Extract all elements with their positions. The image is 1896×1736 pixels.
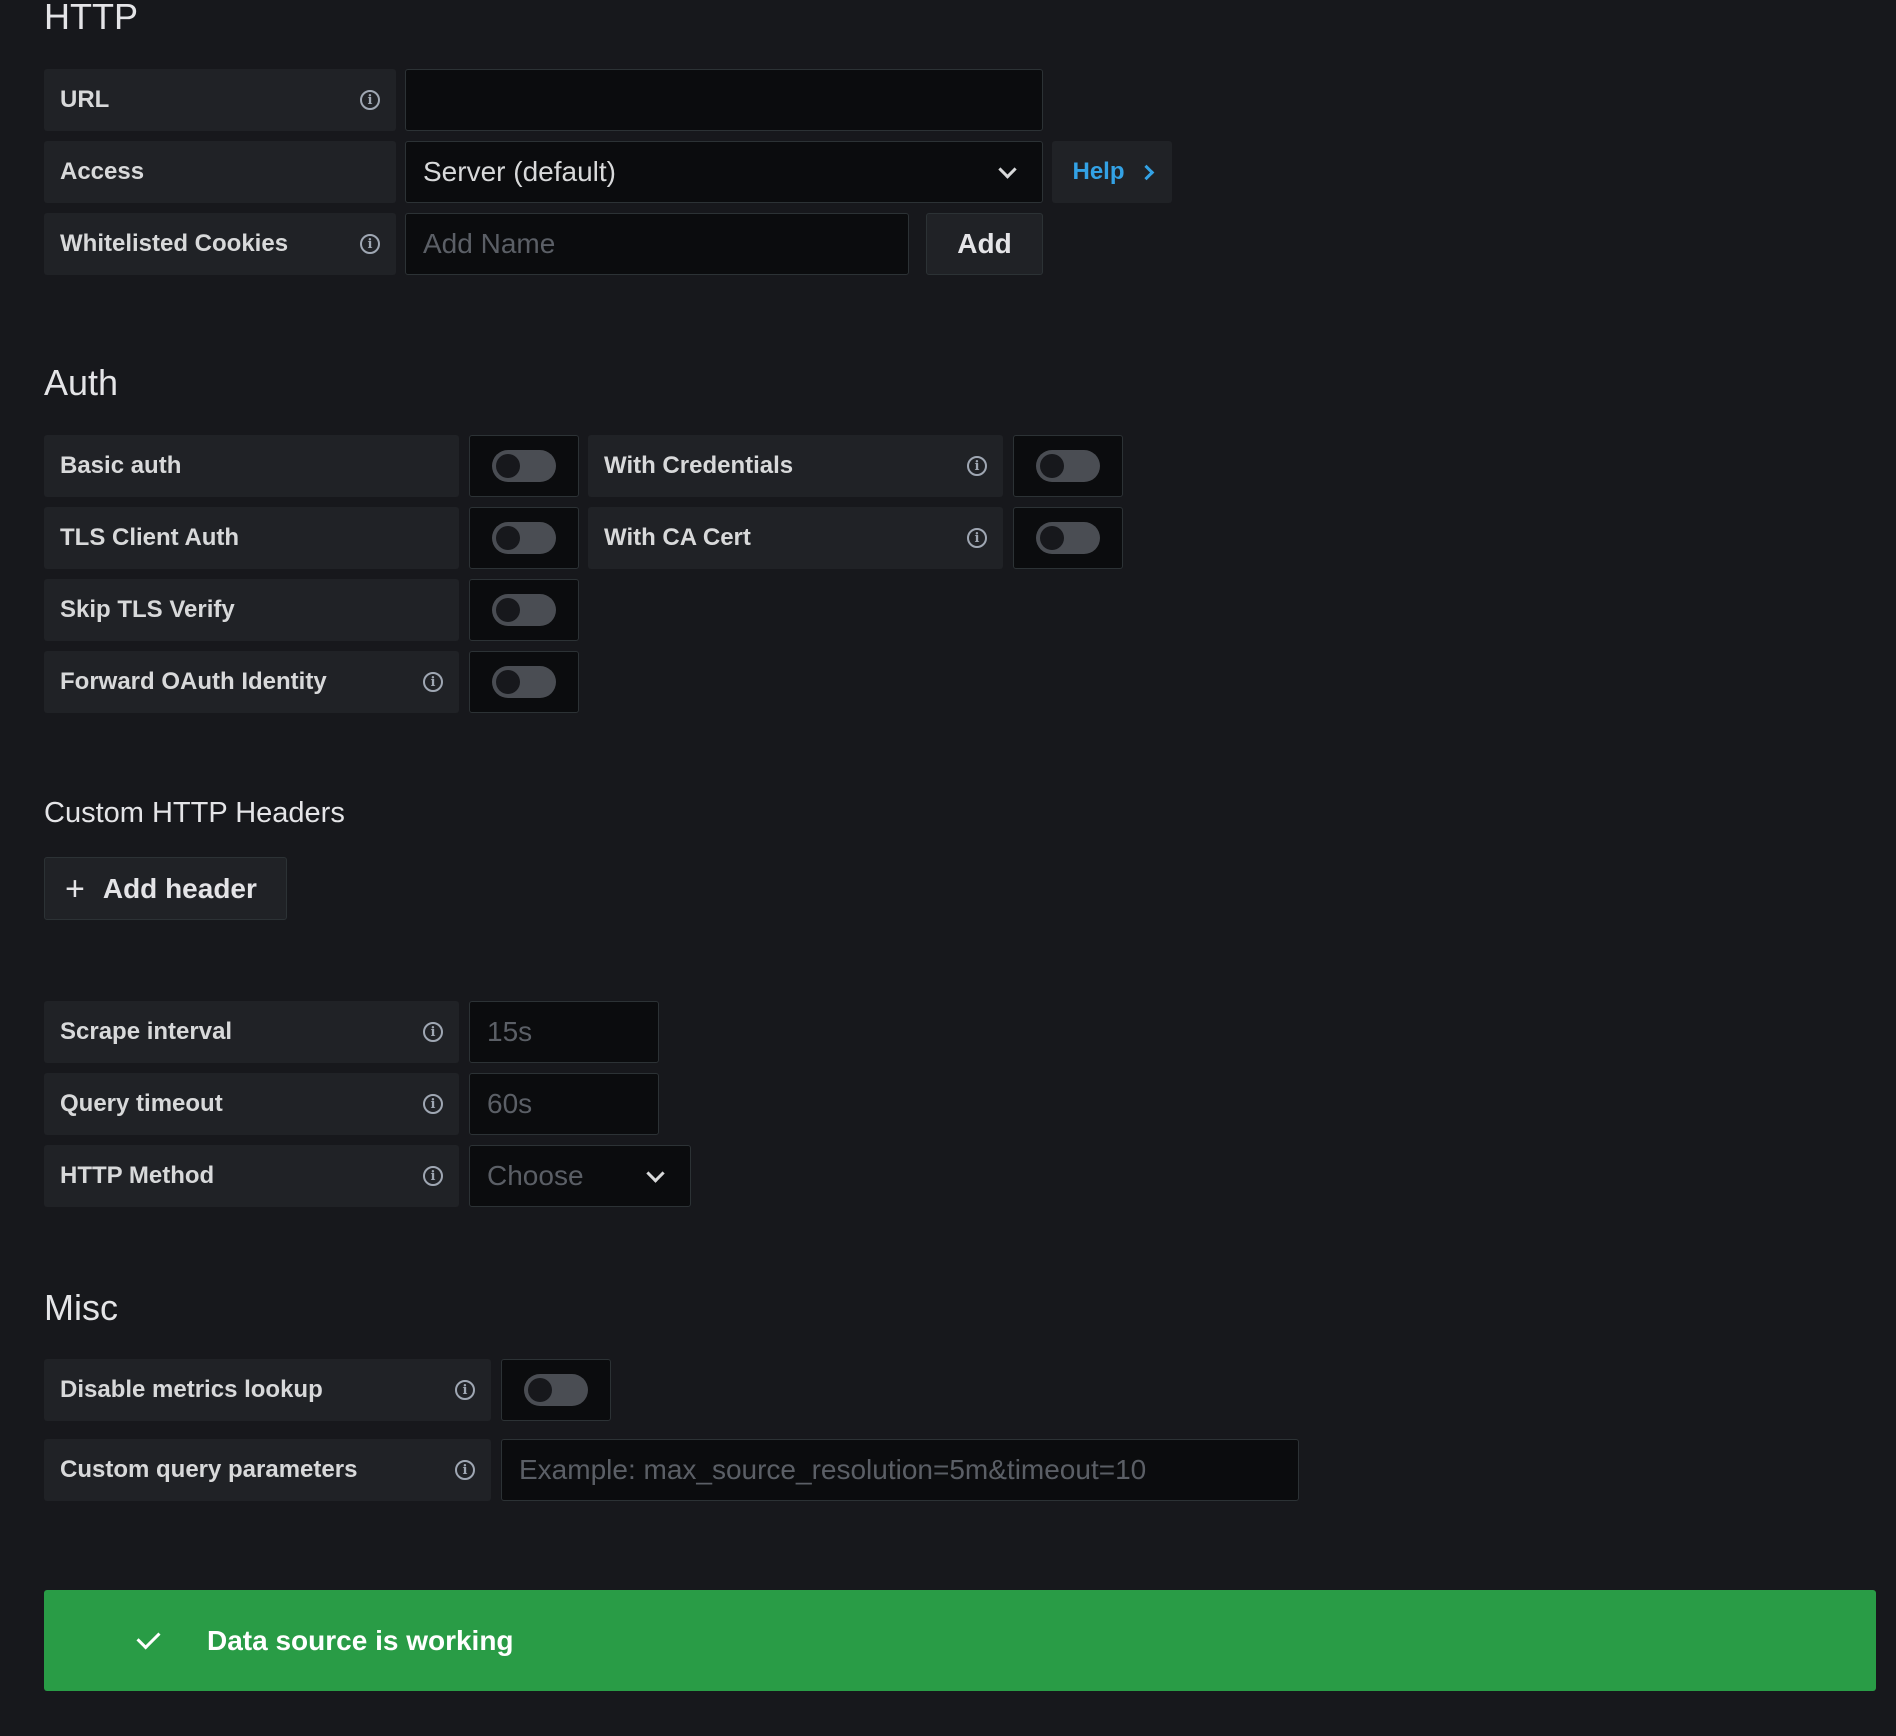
basic-auth-toggle[interactable] bbox=[469, 435, 579, 497]
chevron-down-icon bbox=[998, 159, 1017, 179]
info-icon[interactable]: i bbox=[423, 1094, 443, 1114]
help-button[interactable]: Help bbox=[1052, 141, 1172, 203]
toggle-switch[interactable] bbox=[492, 450, 556, 482]
plus-icon: + bbox=[65, 869, 85, 908]
query-timeout-input[interactable]: 60s bbox=[469, 1073, 659, 1135]
status-message: Data source is working bbox=[207, 1624, 514, 1656]
basic-auth-label-text: Basic auth bbox=[60, 452, 182, 479]
access-select[interactable]: Server (default) bbox=[405, 141, 1043, 203]
cookie-name-input[interactable]: Add Name bbox=[405, 213, 909, 275]
skip-tls-verify-label: Skip TLS Verify bbox=[44, 579, 459, 641]
info-icon[interactable]: i bbox=[967, 528, 987, 548]
toggle-switch[interactable] bbox=[492, 522, 556, 554]
status-banner: Data source is working bbox=[44, 1590, 1876, 1691]
info-icon[interactable]: i bbox=[455, 1380, 475, 1400]
scrape-interval-label-text: Scrape interval bbox=[60, 1018, 233, 1045]
with-ca-cert-toggle[interactable] bbox=[1013, 507, 1123, 569]
disable-metrics-label-text: Disable metrics lookup bbox=[60, 1376, 323, 1403]
disable-metrics-label: Disable metrics lookup i bbox=[44, 1359, 491, 1421]
http-method-select-value: Choose bbox=[487, 1160, 584, 1191]
check-icon bbox=[136, 1625, 161, 1650]
http-method-label: HTTP Method i bbox=[44, 1145, 459, 1207]
access-label-text: Access bbox=[60, 158, 145, 185]
toggle-switch[interactable] bbox=[1036, 450, 1100, 482]
url-label: URL i bbox=[44, 69, 396, 131]
section-title-custom-headers: Custom HTTP Headers bbox=[44, 797, 345, 829]
whitelisted-cookies-label-text: Whitelisted Cookies bbox=[60, 230, 289, 257]
url-label-text: URL bbox=[60, 86, 110, 113]
http-method-label-text: HTTP Method bbox=[60, 1162, 215, 1189]
with-credentials-toggle[interactable] bbox=[1013, 435, 1123, 497]
help-button-label: Help bbox=[1072, 158, 1125, 185]
chevron-right-icon bbox=[1138, 164, 1154, 180]
tls-client-auth-toggle[interactable] bbox=[469, 507, 579, 569]
with-ca-cert-label: With CA Cert i bbox=[588, 507, 1003, 569]
with-credentials-label: With Credentials i bbox=[588, 435, 1003, 497]
url-input[interactable] bbox=[405, 69, 1043, 131]
http-method-select[interactable]: Choose bbox=[469, 1145, 691, 1207]
query-timeout-label-text: Query timeout bbox=[60, 1090, 223, 1117]
custom-query-label-text: Custom query parameters bbox=[60, 1456, 358, 1483]
scrape-interval-input[interactable]: 15s bbox=[469, 1001, 659, 1063]
tls-client-auth-label: TLS Client Auth bbox=[44, 507, 459, 569]
section-title-misc: Misc bbox=[44, 1287, 118, 1328]
info-icon[interactable]: i bbox=[360, 90, 380, 110]
forward-oauth-label: Forward OAuth Identity i bbox=[44, 651, 459, 713]
toggle-switch[interactable] bbox=[1036, 522, 1100, 554]
scrape-interval-label: Scrape interval i bbox=[44, 1001, 459, 1063]
skip-tls-verify-toggle[interactable] bbox=[469, 579, 579, 641]
section-title-http: HTTP bbox=[44, 0, 138, 37]
chevron-down-icon bbox=[646, 1163, 665, 1183]
toggle-switch[interactable] bbox=[524, 1374, 588, 1406]
forward-oauth-toggle[interactable] bbox=[469, 651, 579, 713]
with-ca-cert-label-text: With CA Cert bbox=[604, 524, 751, 551]
toggle-switch[interactable] bbox=[492, 666, 556, 698]
toggle-switch[interactable] bbox=[492, 594, 556, 626]
custom-query-input[interactable]: Example: max_source_resolution=5m&timeou… bbox=[501, 1439, 1299, 1501]
with-credentials-label-text: With Credentials bbox=[604, 452, 794, 479]
access-label: Access bbox=[44, 141, 396, 203]
basic-auth-label: Basic auth bbox=[44, 435, 459, 497]
query-timeout-label: Query timeout i bbox=[44, 1073, 459, 1135]
info-icon[interactable]: i bbox=[423, 1022, 443, 1042]
access-select-value: Server (default) bbox=[423, 156, 616, 187]
info-icon[interactable]: i bbox=[423, 1166, 443, 1186]
skip-tls-verify-label-text: Skip TLS Verify bbox=[60, 596, 235, 623]
info-icon[interactable]: i bbox=[360, 234, 380, 254]
add-header-button[interactable]: + Add header bbox=[44, 857, 287, 920]
disable-metrics-toggle[interactable] bbox=[501, 1359, 611, 1421]
whitelisted-cookies-label: Whitelisted Cookies i bbox=[44, 213, 396, 275]
info-icon[interactable]: i bbox=[967, 456, 987, 476]
add-cookie-button[interactable]: Add bbox=[926, 213, 1043, 275]
section-title-auth: Auth bbox=[44, 362, 119, 403]
info-icon[interactable]: i bbox=[423, 672, 443, 692]
custom-query-label: Custom query parameters i bbox=[44, 1439, 491, 1501]
forward-oauth-label-text: Forward OAuth Identity bbox=[60, 668, 327, 695]
tls-client-auth-label-text: TLS Client Auth bbox=[60, 524, 240, 551]
info-icon[interactable]: i bbox=[455, 1460, 475, 1480]
add-header-label: Add header bbox=[102, 872, 257, 904]
